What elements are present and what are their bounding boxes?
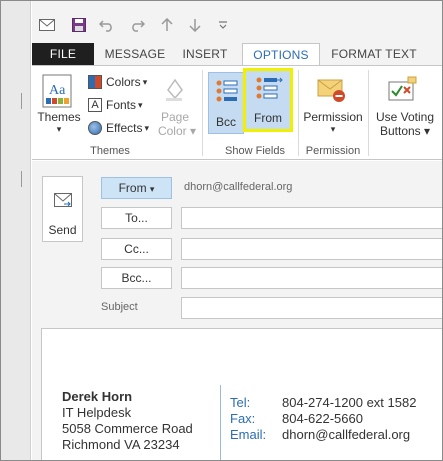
fonts-button[interactable]: A Fonts ▾: [88, 95, 143, 115]
compose-header: Send From ▾ dhorn@callfederal.org To... …: [32, 161, 442, 460]
quick-access-toolbar: [32, 1, 442, 43]
signature-name: Derek Horn: [62, 389, 133, 404]
effects-button[interactable]: Effects ▾: [88, 118, 149, 138]
show-fields-group-label: Show Fields: [225, 145, 285, 157]
fax-label: Fax:: [230, 411, 256, 426]
effects-label: Effects: [106, 121, 143, 135]
left-strip-tick: [21, 93, 22, 109]
from-address: dhorn@callfederal.org: [184, 181, 293, 193]
bcc-icon: [215, 79, 239, 108]
permission-dropdown-arrow[interactable]: ▾: [298, 124, 368, 135]
redo-icon[interactable]: [128, 17, 146, 33]
voting-label-2-text: Buttons: [379, 124, 421, 138]
permission-icon[interactable]: [317, 76, 347, 107]
screenshot-frame: FILE MESSAGE INSERT OPTIONS FORMAT TEXT …: [0, 0, 443, 461]
bcc-toggle-button[interactable]: Bcc: [208, 72, 244, 134]
permission-group-label: Permission: [305, 145, 361, 157]
envelope-icon[interactable]: [38, 17, 56, 33]
options-ribbon: Aa Themes ▾ Colors ▾ A Fonts ▾ Effects ▾ Pa…: [32, 65, 442, 160]
cc-field[interactable]: [181, 238, 442, 260]
email-value[interactable]: dhorn@callfederal.org: [282, 427, 410, 442]
page-color-label-2-text: Color: [157, 124, 187, 138]
signature-title: IT Helpdesk: [62, 405, 132, 420]
bcc-button[interactable]: Bcc...: [101, 267, 172, 289]
fonts-icon: A: [88, 98, 102, 112]
voting-icon[interactable]: [388, 76, 418, 107]
from-icon: [255, 76, 283, 105]
themes-icon[interactable]: Aa: [42, 74, 72, 108]
page-color-label-2: Color ▾: [157, 124, 197, 138]
ribbon-separator: [368, 70, 369, 156]
tel-value: 804-274-1200 ext 1582: [282, 395, 417, 410]
tab-file[interactable]: FILE: [32, 43, 94, 65]
ribbon-separator: [202, 70, 203, 156]
send-label: Send: [48, 223, 77, 237]
undo-icon[interactable]: [98, 17, 116, 33]
send-button[interactable]: Send: [42, 176, 83, 242]
from-button-label: From: [118, 181, 147, 195]
bcc-label: Bcc: [215, 115, 236, 129]
cc-button[interactable]: Cc...: [101, 238, 172, 260]
colors-button[interactable]: Colors ▾: [88, 72, 147, 92]
signature-address-2: Richmond VA 23234: [62, 437, 180, 452]
svg-text:Aa: Aa: [49, 83, 66, 98]
tel-label: Tel:: [230, 395, 251, 410]
more-icon[interactable]: [214, 17, 232, 33]
page-color-label-1: Page: [160, 110, 190, 124]
signature-contact: Derek Horn IT Helpdesk 5058 Commerce Roa…: [62, 389, 193, 453]
ribbon-tabs: FILE MESSAGE INSERT OPTIONS FORMAT TEXT: [32, 43, 442, 66]
signature-divider: [220, 385, 221, 460]
left-strip-tick: [21, 171, 22, 187]
themes-button[interactable]: Themes: [36, 110, 82, 124]
fax-value: 804-622-5660: [282, 411, 363, 426]
effects-icon: [88, 121, 102, 135]
outlook-message-window: FILE MESSAGE INSERT OPTIONS FORMAT TEXT …: [32, 1, 442, 460]
from-toggle-button[interactable]: From: [243, 68, 293, 132]
voting-label-1[interactable]: Use Voting: [372, 110, 438, 124]
tab-message[interactable]: MESSAGE: [102, 43, 168, 65]
page-color-icon: [164, 76, 184, 102]
bcc-field[interactable]: [181, 267, 442, 289]
email-label: Email:: [230, 427, 267, 442]
send-icon: [54, 193, 72, 210]
from-button[interactable]: From ▾: [101, 177, 172, 199]
to-button[interactable]: To...: [101, 207, 172, 229]
signature-address-1: 5058 Commerce Road: [62, 421, 193, 436]
message-body[interactable]: Derek Horn IT Helpdesk 5058 Commerce Roa…: [41, 328, 442, 460]
tab-format-text[interactable]: FORMAT TEXT: [330, 43, 418, 65]
permission-button[interactable]: Permission: [298, 110, 368, 124]
fonts-label: Fonts: [106, 98, 137, 112]
save-icon[interactable]: [70, 17, 88, 33]
subject-field[interactable]: [181, 297, 442, 319]
colors-label: Colors: [106, 75, 141, 89]
tab-options[interactable]: OPTIONS: [242, 43, 320, 66]
up-arrow-icon[interactable]: [158, 17, 176, 33]
themes-dropdown-arrow[interactable]: ▾: [36, 124, 82, 135]
down-arrow-icon[interactable]: [186, 17, 204, 33]
left-background-window: [1, 1, 31, 460]
from-label: From: [254, 111, 282, 125]
to-field[interactable]: [181, 207, 442, 229]
subject-label: Subject: [101, 301, 138, 313]
colors-icon: [88, 75, 102, 89]
voting-label-2[interactable]: Buttons ▾: [372, 124, 438, 138]
tab-insert[interactable]: INSERT: [178, 43, 232, 65]
themes-group-label: Themes: [90, 145, 130, 157]
signature-details: Tel: 804-274-1200 ext 1582 Fax: 804-622-56…: [230, 395, 416, 443]
